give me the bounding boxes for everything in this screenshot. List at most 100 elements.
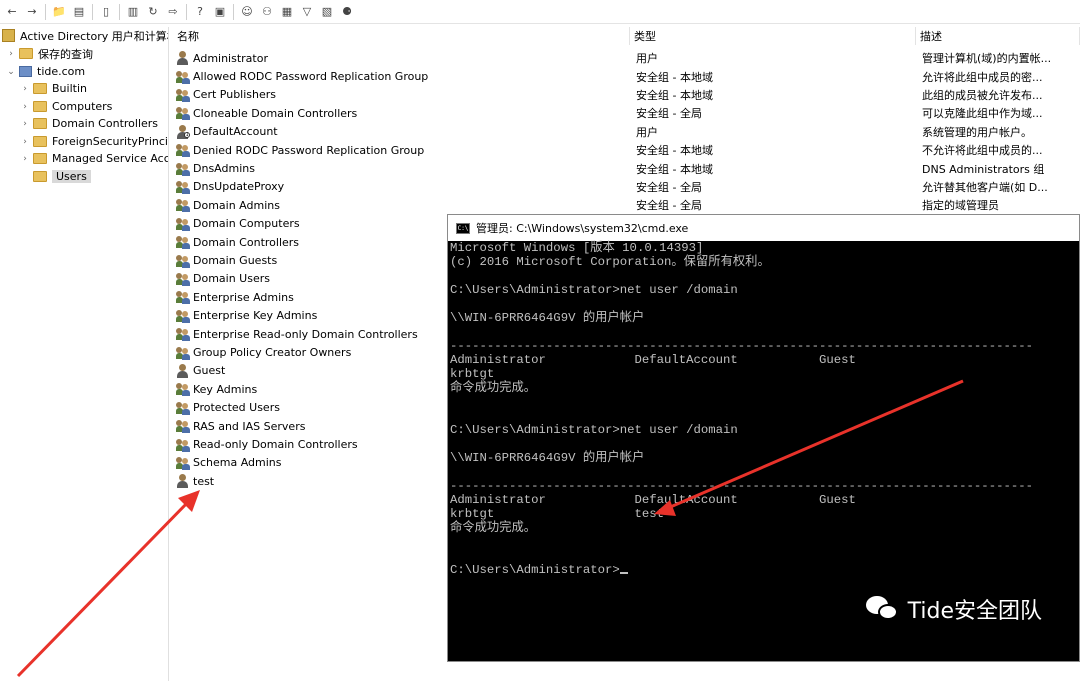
cell-name-text: Cloneable Domain Controllers (193, 106, 358, 120)
groups-icon[interactable]: ⚇ (259, 4, 275, 20)
console-line-text: \\WIN-6PRR6464G9V 的用户帐户 (450, 311, 645, 325)
cmd-window[interactable]: C:\ 管理员: C:\Windows\system32\cmd.exe Mic… (447, 214, 1080, 662)
mmc-toolbar: ← → 📁 ▤ ▯ ▥ ↻ ⇨ ? ▣ ☺ ⚇ ▦ ▽ ▧ ⚈ (0, 0, 1080, 24)
user-icon (176, 474, 190, 489)
add-to-group-icon[interactable]: ⚈ (339, 4, 355, 20)
cell-name: Domain Guests (176, 254, 277, 268)
tree-item-builtin[interactable]: › Builtin (20, 80, 87, 97)
console-line: 命令成功完成。 (450, 521, 536, 535)
folder-icon (19, 48, 33, 59)
cell-description: 可以克隆此组中作为域... (922, 107, 1043, 121)
properties-icon[interactable]: ▥ (125, 4, 141, 20)
watermark: Tide安全团队 (865, 593, 1042, 625)
cell-name-text: Domain Admins (193, 198, 280, 212)
cell-name: Denied RODC Password Replication Group (176, 143, 424, 158)
help-icon[interactable]: ? (192, 4, 208, 20)
up-folder-icon[interactable]: 📁 (51, 4, 67, 20)
console-line: C:\Users\Administrator>net user /domain (450, 283, 738, 297)
ou-icon[interactable]: ▦ (279, 4, 295, 20)
tree-item-label: Users (52, 170, 91, 183)
forward-icon[interactable]: → (24, 4, 40, 20)
user-icon (176, 363, 190, 378)
cell-name: Administrator (176, 51, 268, 66)
tree-item-users[interactable]: Users (20, 168, 91, 185)
cell-description: 此组的成员被允许发布... (922, 88, 1043, 102)
console-line-text: 命令成功完成。 (450, 381, 537, 395)
cell-type: 安全组 - 全局 (636, 180, 702, 194)
cell-type: 用户 (636, 52, 658, 66)
group-icon (176, 217, 190, 231)
folder-icon (33, 83, 47, 94)
tree-root[interactable]: Active Directory 用户和计算机 (2, 27, 168, 44)
group-icon (176, 401, 190, 415)
console-line-text: C:\Users\Administrator>net user /domain (450, 283, 738, 297)
back-icon[interactable]: ← (4, 4, 20, 20)
list-item[interactable]: Allowed RODC Password Replication Group 安… (173, 67, 1080, 85)
folder-icon (33, 171, 47, 182)
chevron-right-icon[interactable]: › (20, 154, 30, 164)
tree-item-domain[interactable]: ⌄ tide.com (6, 63, 85, 80)
export-icon[interactable]: ⇨ (165, 4, 181, 20)
chevron-right-icon[interactable]: › (20, 137, 30, 147)
cell-type: 安全组 - 全局 (636, 199, 702, 213)
cell-description: DNS Administrators 组 (922, 162, 1045, 176)
column-header-name[interactable]: 名称 (173, 27, 630, 45)
list-item[interactable]: ↓ DefaultAccount 用户 系统管理的用户帐户。 (173, 123, 1080, 141)
chevron-right-icon[interactable]: › (20, 102, 30, 112)
column-header-description[interactable]: 描述 (916, 27, 1080, 45)
group-icon (176, 254, 190, 268)
list-item[interactable]: Cloneable Domain Controllers 安全组 - 全局 可以克隆… (173, 104, 1080, 122)
tree-item-managed-service-accounts[interactable]: › Managed Service Accounts (20, 150, 168, 167)
list-item[interactable]: Denied RODC Password Replication Group 安全… (173, 141, 1080, 159)
chevron-right-icon[interactable]: › (20, 119, 30, 129)
details-view-icon[interactable]: ▤ (71, 4, 87, 20)
group-icon (176, 143, 190, 158)
cell-description: 系统管理的用户帐户。 (922, 125, 1032, 139)
toolbar-separator (186, 3, 187, 20)
cell-name-text: DnsAdmins (193, 162, 255, 176)
cell-name: RAS and IAS Servers (176, 419, 305, 434)
chevron-down-icon[interactable]: ⌄ (6, 67, 16, 77)
tree-item-foreign-security-principals[interactable]: › ForeignSecurityPrincipals (20, 133, 168, 150)
cell-description: 不允许将此组中成员的... (922, 144, 1043, 158)
console-line-text: C:\Users\Administrator>net user /domain (450, 423, 738, 437)
tree-item-saved-queries[interactable]: › 保存的查询 (6, 45, 93, 62)
list-item[interactable]: Domain Admins 安全组 - 全局 指定的域管理员 (173, 196, 1080, 214)
tree-item-domain-controllers[interactable]: › Domain Controllers (20, 115, 158, 132)
column-header-type[interactable]: 类型 (630, 27, 916, 45)
console-line-text: Administrator DefaultAccount Guest (450, 353, 856, 367)
chevron-right-icon[interactable]: › (20, 84, 30, 94)
console-line: C:\Users\Administrator> (450, 563, 628, 577)
cmd-title-bar[interactable]: C:\ 管理员: C:\Windows\system32\cmd.exe (448, 215, 1079, 241)
list-item[interactable]: Cert Publishers 安全组 - 本地域 此组的成员被允许发布... (173, 86, 1080, 104)
list-item[interactable]: Administrator 用户 管理计算机(域)的内置帐... (173, 49, 1080, 67)
find-icon[interactable]: ▧ (319, 4, 335, 20)
group-icon (176, 456, 190, 470)
group-icon (176, 290, 190, 305)
list-item[interactable]: DnsAdmins 安全组 - 本地域 DNS Administrators 组 (173, 159, 1080, 177)
group-icon (176, 346, 190, 360)
cell-name: Allowed RODC Password Replication Group (176, 70, 428, 84)
tree-item-label: Managed Service Accounts (52, 152, 168, 165)
console-line-text: \\WIN-6PRR6464G9V 的用户帐户 (450, 451, 645, 465)
list-item[interactable]: DnsUpdateProxy 安全组 - 全局 允许替其他客户端(如 D... (173, 178, 1080, 196)
console-icon[interactable]: ▣ (212, 4, 228, 20)
tree-item-computers[interactable]: › Computers (20, 98, 112, 115)
cell-name-text: Schema Admins (193, 456, 282, 470)
cell-name: Schema Admins (176, 456, 282, 470)
chevron-right-icon[interactable]: › (6, 49, 16, 59)
filter-icon[interactable]: ▽ (299, 4, 315, 20)
cell-type: 安全组 - 本地域 (636, 162, 713, 176)
delete-icon[interactable]: ▯ (98, 4, 114, 20)
console-line: C:\Users\Administrator>net user /domain (450, 423, 738, 437)
cell-name: Cert Publishers (176, 88, 276, 102)
console-line: ----------------------------------------… (450, 339, 1033, 353)
refresh-icon[interactable]: ↻ (145, 4, 161, 20)
toolbar-separator (233, 3, 234, 20)
cell-name-text: Domain Guests (193, 254, 278, 268)
cell-name: Read-only Domain Controllers (176, 438, 358, 452)
console-line: krbtgt test (450, 507, 664, 521)
cell-name-text: Domain Controllers (193, 235, 300, 249)
active-directory-icon (2, 29, 15, 42)
users-icon[interactable]: ☺ (239, 4, 255, 20)
